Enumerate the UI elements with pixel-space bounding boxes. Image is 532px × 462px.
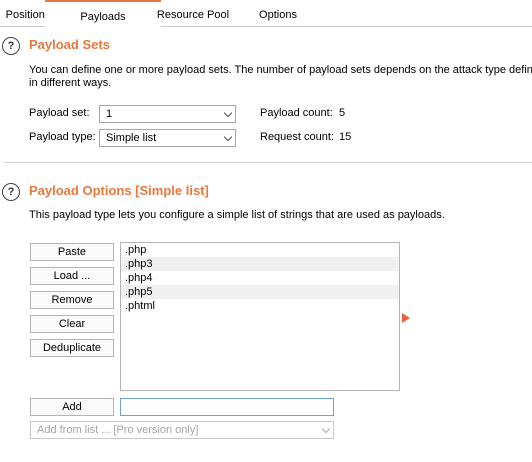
expand-arrow-icon[interactable]: [402, 313, 410, 323]
tab-bar: Positions Payloads Resource Pool Options: [0, 0, 532, 27]
payload-options-title: Payload Options [Simple list]: [29, 183, 209, 198]
deduplicate-button[interactable]: Deduplicate: [30, 339, 114, 357]
chevron-down-icon: [223, 132, 233, 142]
tab-payloads[interactable]: Payloads: [45, 0, 161, 27]
list-item[interactable]: .php3: [121, 257, 399, 271]
payload-list[interactable]: .php .php3 .php4 .php5 .phtml: [120, 242, 400, 391]
add-item-input[interactable]: [120, 398, 334, 416]
load-button[interactable]: Load ...: [30, 267, 114, 285]
help-icon[interactable]: ?: [2, 183, 20, 201]
add-button[interactable]: Add: [30, 398, 114, 416]
list-item[interactable]: .php: [121, 243, 399, 257]
help-icon[interactable]: ?: [2, 37, 20, 55]
payload-sets-title: Payload Sets: [29, 37, 110, 52]
payload-count-label: Payload count:: [260, 107, 333, 119]
list-item[interactable]: .php4: [121, 271, 399, 285]
chevron-down-icon: [223, 108, 233, 118]
list-item[interactable]: .phtml: [121, 299, 399, 313]
paste-button[interactable]: Paste: [30, 243, 114, 261]
request-count-value: 15: [339, 131, 352, 143]
section-divider: [4, 162, 532, 163]
chevron-down-icon: [321, 424, 331, 434]
payload-set-select[interactable]: 1: [99, 105, 236, 123]
add-from-list-value: Add from list ... [Pro version only]: [37, 424, 199, 436]
tab-options[interactable]: Options: [245, 0, 311, 25]
request-count-label: Request count:: [260, 131, 334, 143]
payload-type-select[interactable]: Simple list: [99, 129, 236, 147]
payload-set-value: 1: [106, 108, 113, 120]
clear-button[interactable]: Clear: [30, 315, 114, 333]
payload-sets-description-2: in different ways.: [29, 77, 112, 89]
tab-resource-pool[interactable]: Resource Pool: [146, 0, 240, 25]
remove-button[interactable]: Remove: [30, 291, 114, 309]
payload-count-value: 5: [339, 107, 346, 119]
payload-sets-description-1: You can define one or more payload sets.…: [29, 64, 532, 76]
payload-options-description: This payload type lets you configure a s…: [29, 209, 445, 221]
payload-set-label: Payload set:: [29, 107, 90, 119]
payload-type-label: Payload type:: [29, 131, 96, 143]
payload-type-value: Simple list: [106, 132, 157, 144]
list-item[interactable]: .php5: [121, 285, 399, 299]
add-from-list-select: Add from list ... [Pro version only]: [30, 421, 334, 439]
